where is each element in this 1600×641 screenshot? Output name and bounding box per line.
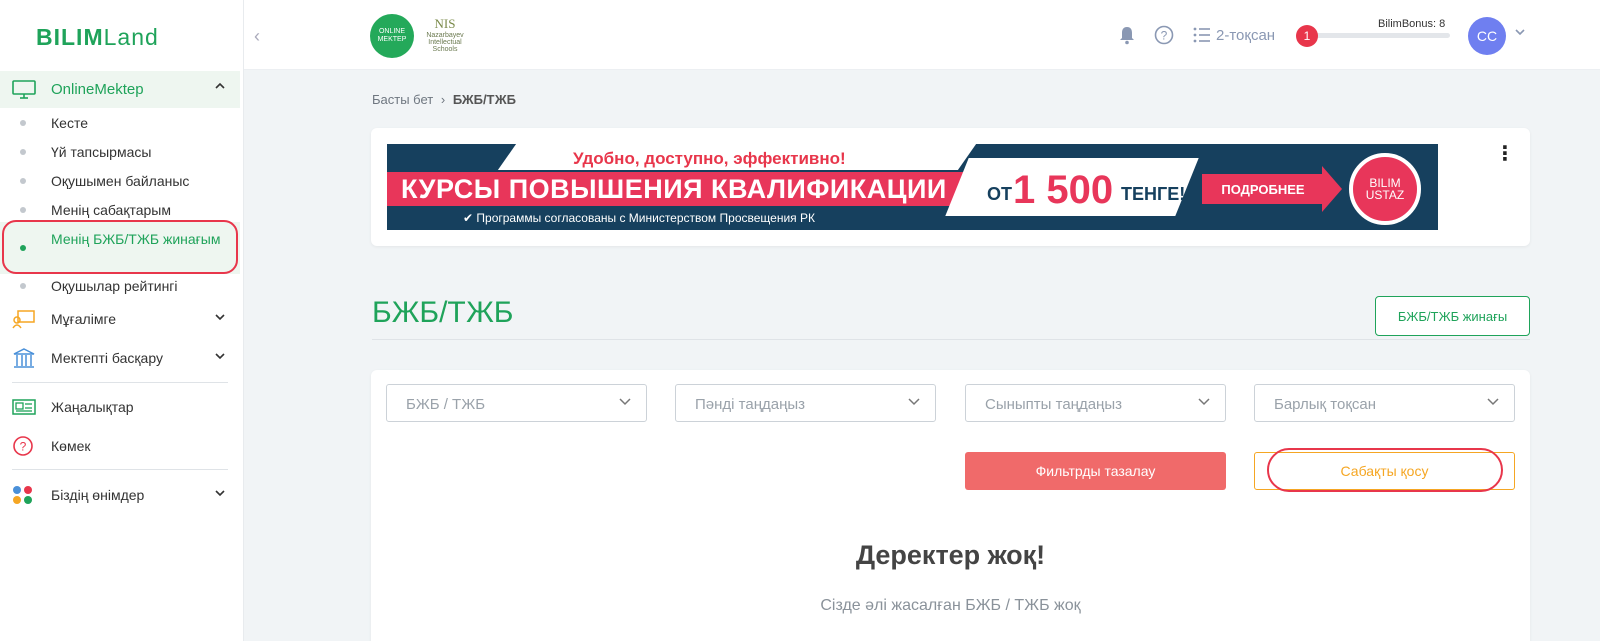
subject-select[interactable]: Пәнді таңдаңыз (675, 384, 936, 422)
bilim-bonus-level-badge: 1 (1296, 25, 1318, 47)
bullet-icon (20, 149, 26, 155)
top-header: ONLINE MEKTEP NIS Nazarbayev Intellectua… (244, 0, 1600, 70)
bullet-icon (20, 178, 26, 184)
chevron-down-icon (1486, 394, 1500, 412)
sidebar: BILIMLand OnlineMektep Кесте Үй тапсырма… (0, 0, 244, 641)
breadcrumb-home[interactable]: Басты бет (372, 92, 433, 107)
annotation-highlight-ring (1267, 448, 1503, 492)
teacher-board-icon (12, 309, 36, 329)
chevron-down-icon (214, 349, 226, 365)
empty-state-title: Деректер жоқ! (855, 540, 1046, 570)
bell-icon[interactable] (1117, 25, 1137, 45)
sidebar-item-our-products[interactable]: Біздің өнімдер (0, 478, 240, 512)
chevron-up-icon (214, 79, 226, 95)
quarter-select[interactable]: Барлық тоқсан (1254, 384, 1515, 422)
sidebar-item-student-contact[interactable]: Оқушымен байланыс (0, 168, 240, 194)
empty-state-subtitle: Сізде әлі жасалған БЖБ / ТЖБ жоқ (820, 597, 1081, 614)
sidebar-item-school-management[interactable]: Мектепті басқару (0, 341, 240, 375)
breadcrumb-separator: › (440, 92, 446, 107)
online-mektep-logo[interactable]: ONLINE MEKTEP (370, 14, 414, 58)
class-select[interactable]: Сыныпты таңдаңыз (965, 384, 1226, 422)
quarter-selector[interactable]: 2-тоқсан (1216, 27, 1275, 44)
breadcrumb: Басты бет › БЖБ/ТЖБ (372, 92, 516, 107)
bilim-bonus-progress (1306, 33, 1450, 38)
annotation-highlight-ring (2, 220, 238, 274)
collection-button[interactable]: БЖБ/ТЖБ жинағы (1375, 296, 1530, 336)
user-avatar[interactable]: CC (1468, 17, 1506, 55)
banner-tagline: Удобно, доступно, эффективно! (573, 149, 846, 168)
type-select[interactable]: БЖБ / ТЖБ (386, 384, 647, 422)
banner-card: Удобно, доступно, эффективно! КУРСЫ ПОВЫ… (371, 128, 1530, 246)
sidebar-item-teacher[interactable]: Мұғалімге (0, 302, 240, 336)
sidebar-group-label: OnlineMektep (51, 81, 144, 98)
promo-banner[interactable]: Удобно, доступно, эффективно! КУРСЫ ПОВЫ… (387, 144, 1438, 230)
svg-text:?: ? (1161, 29, 1168, 43)
chevron-down-icon (618, 394, 632, 412)
arrow-right-icon (1322, 166, 1342, 212)
breadcrumb-current: БЖБ/ТЖБ (452, 92, 516, 107)
sidebar-item-help[interactable]: ? Көмек (0, 429, 240, 463)
chevron-down-icon (1197, 394, 1211, 412)
chevron-down-icon[interactable] (1514, 25, 1526, 41)
banner-price-from: ОТ (987, 184, 1012, 204)
school-building-icon (12, 348, 36, 368)
chevron-down-icon (907, 394, 921, 412)
help-icon[interactable]: ? (1154, 25, 1174, 45)
banner-approval-note: ✔ Программы согласованы с Министерством … (463, 211, 815, 225)
clear-filters-button[interactable]: Фильтрды тазалау (965, 452, 1226, 490)
list-icon[interactable] (1192, 25, 1212, 45)
nis-logo[interactable]: NIS Nazarbayev Intellectual Schools (424, 12, 466, 60)
products-dots-icon (12, 485, 36, 505)
bilimland-logo[interactable]: BILIMLand (36, 24, 159, 51)
sidebar-item-schedule[interactable]: Кесте (0, 110, 240, 136)
bullet-icon (20, 207, 26, 213)
banner-price: 1 500 (1013, 168, 1114, 212)
bullet-icon (20, 120, 26, 126)
newspaper-icon (12, 397, 36, 417)
banner-price-currency: ТЕНГЕ! (1121, 184, 1186, 204)
more-vertical-icon[interactable]: ⋮ (1495, 144, 1515, 164)
title-divider (372, 339, 1530, 340)
filter-card: БЖБ / ТЖБ Пәнді таңдаңыз Сыныпты таңдаңы… (371, 370, 1530, 641)
bilim-ustaz-logo: BILIM USTAZ (1349, 153, 1421, 225)
question-circle-icon: ? (12, 436, 36, 456)
sidebar-divider (12, 469, 228, 470)
sidebar-item-news[interactable]: Жаңалықтар (0, 390, 240, 424)
sidebar-item-student-rating[interactable]: Оқушылар рейтингі (0, 273, 240, 299)
sidebar-divider (12, 382, 228, 383)
sidebar-item-homework[interactable]: Үй тапсырмасы (0, 139, 240, 165)
banner-headline: КУРСЫ ПОВЫШЕНИЯ КВАЛИФИКАЦИИ (401, 174, 947, 204)
page-title: БЖБ/ТЖБ (372, 296, 514, 329)
bullet-icon (20, 283, 26, 289)
chevron-down-icon (214, 486, 226, 502)
bilim-bonus-label: BilimBonus: 8 (1378, 18, 1446, 30)
sidebar-group-onlinemektep[interactable]: OnlineMektep (0, 71, 240, 108)
monitor-icon (12, 80, 36, 105)
svg-text:?: ? (20, 440, 27, 454)
banner-more-button[interactable]: ПОДРОБНЕЕ (1202, 174, 1324, 204)
chevron-down-icon (214, 310, 226, 326)
